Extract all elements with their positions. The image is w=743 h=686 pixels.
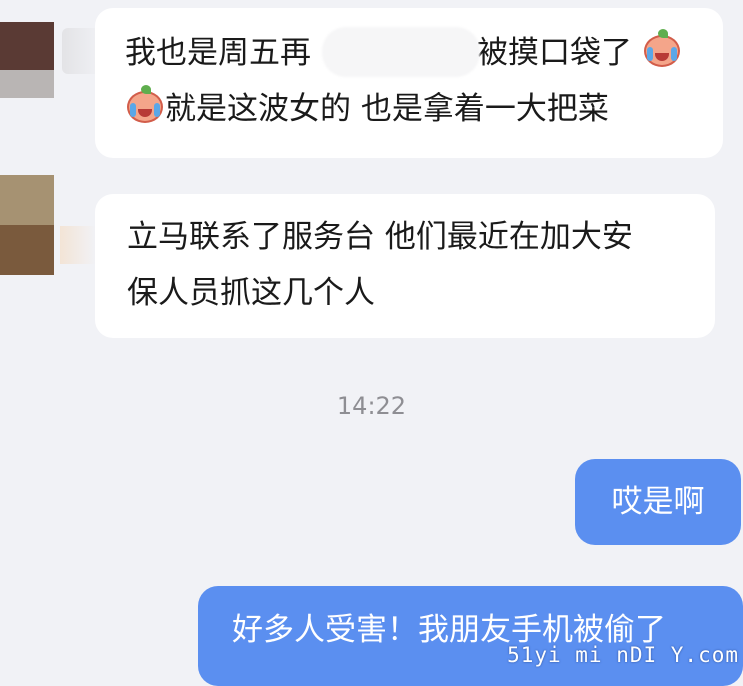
contact-avatar[interactable] [0,22,54,98]
message-text: 被摸口袋了 [477,35,632,71]
message-text: 保人员抓这几个人 [127,275,375,311]
contact-avatar[interactable] [0,175,54,275]
message-text: 哎是啊 [611,484,705,520]
message-timestamp: 14:22 [336,392,407,420]
message-text: 就是这波女的 也是拿着一大把菜 [165,91,609,127]
crying-face-icon [642,29,682,69]
redacted-text-mask [322,27,480,77]
blurred-region [60,226,96,264]
crying-face-icon [125,85,165,125]
message-text: 我也是周五再 [125,35,311,71]
received-message-bubble[interactable]: 立马联系了服务台 他们最近在加大安 保人员抓这几个人 [95,194,715,338]
message-text: 立马联系了服务台 他们最近在加大安 [127,219,633,255]
watermark: 51yi mi nDI Y.com [507,643,739,667]
sent-message-bubble[interactable]: 好多人受害！我朋友手机被偷了 [198,586,743,686]
sent-message-bubble[interactable]: 哎是啊 [575,459,741,545]
